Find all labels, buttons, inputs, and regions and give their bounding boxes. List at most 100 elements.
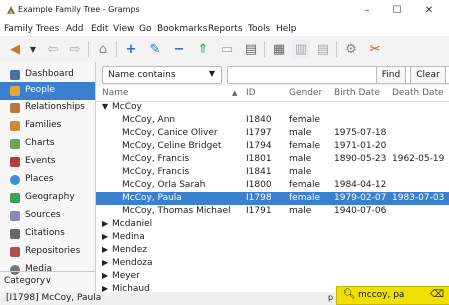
events-icon (10, 157, 20, 167)
group-row-mendoza[interactable]: ▶ Mendoza (96, 257, 449, 270)
filter-combo-label: Name contains (108, 70, 176, 80)
sidebar-item-people[interactable]: People (0, 82, 95, 100)
sidebar-item-label: Families (25, 120, 62, 130)
column-name[interactable]: Name (102, 88, 129, 98)
remove-icon[interactable]: − (170, 40, 188, 58)
sidebar-item-citations[interactable]: Citations (0, 225, 95, 243)
menu-go[interactable]: Go (139, 22, 151, 36)
sidebar-item-families[interactable]: Families (0, 117, 95, 135)
group-label: Meyer (112, 271, 140, 281)
cell-id: I1798 (246, 193, 272, 203)
table-row[interactable]: McCoy, Francis I1841 male (96, 166, 449, 179)
add-icon[interactable]: + (122, 40, 140, 58)
column-birth-date[interactable]: Birth Date (334, 88, 380, 98)
clear-search-icon[interactable]: ⌫ (430, 289, 444, 300)
group-row-meyer[interactable]: ▶ Meyer (96, 270, 449, 283)
group-row-mccoy[interactable]: ▼ McCoy (96, 101, 449, 114)
menu-view[interactable]: View (113, 22, 134, 36)
quick-search-popup[interactable]: 🔍︎ mccoy, pa ⌫ (336, 286, 449, 305)
cell-gender: female (289, 193, 321, 203)
group-row-medina[interactable]: ▶ Medina (96, 231, 449, 244)
menu-add[interactable]: Add (66, 22, 83, 36)
cell-birth: 1890-05-23 (334, 154, 387, 164)
cell-birth: 1940-07-06 (334, 206, 387, 216)
tools-icon[interactable]: ✂ (366, 40, 384, 58)
group-row-mendez[interactable]: ▶ Mendez (96, 244, 449, 257)
navigator-sidebar: Dashboard People Relationships Families … (0, 62, 96, 292)
collapsed-triangle-icon[interactable]: ▶ (102, 271, 108, 280)
back-arrow-icon[interactable]: ⇦ (44, 40, 62, 58)
category-dropdown[interactable]: Category∨ (0, 271, 95, 290)
gramps-app-icon (6, 5, 16, 15)
sidebar-item-label: Charts (25, 138, 55, 148)
table-row-selected[interactable]: McCoy, Paula I1798 female 1979-02-07 198… (96, 192, 449, 205)
navigator-icon[interactable]: ◀ (6, 40, 24, 58)
charts-icon (10, 139, 20, 149)
clear-button[interactable]: Clear (410, 66, 446, 84)
home-icon[interactable]: ⌂ (94, 40, 112, 58)
collapsed-triangle-icon[interactable]: ▶ (102, 219, 108, 228)
column-gender[interactable]: Gender (289, 88, 322, 98)
cell-id: I1801 (246, 154, 272, 164)
table-row[interactable]: McCoy, Francis I1801 male 1890-05-23 196… (96, 153, 449, 166)
menu-tools[interactable]: Tools (248, 22, 270, 36)
configure-view-icon[interactable]: ⚙ (342, 40, 360, 58)
cell-name: McCoy, Ann (122, 115, 176, 125)
sidebar-item-events[interactable]: Events (0, 153, 95, 171)
geography-icon (10, 193, 20, 203)
list-view-icon[interactable]: ▤ (314, 40, 332, 58)
copy-icon[interactable]: ▭ (218, 40, 236, 58)
sidebar-item-label: Places (25, 174, 54, 184)
search-icon: 🔍︎ (343, 289, 356, 300)
menu-bookmarks[interactable]: Bookmarks (157, 22, 207, 36)
edit-icon[interactable]: ✎ (146, 40, 164, 58)
collapsed-triangle-icon[interactable]: ▶ (102, 245, 108, 254)
sidebar-item-label: Events (25, 156, 56, 166)
toolbar: ◀ ▼ ⇦ ⇨ ⌂ + ✎ − ⇑ ▭ ▤ ▦ ▥ ▤ ⚙ ✂ (0, 36, 449, 63)
cell-gender: female (289, 180, 321, 190)
maximize-button[interactable]: ☐ (386, 4, 408, 18)
close-button[interactable]: ✕ (418, 4, 440, 18)
column-id[interactable]: ID (246, 88, 256, 98)
cell-id: I1841 (246, 167, 272, 177)
sidebar-item-repositories[interactable]: Repositories (0, 243, 95, 261)
sidebar-item-sources[interactable]: Sources (0, 207, 95, 225)
toolbar-separator (264, 41, 265, 57)
collapsed-triangle-icon[interactable]: ▶ (102, 232, 108, 241)
filter-combo[interactable]: Name contains ▼ (102, 66, 222, 84)
minimize-button[interactable]: – (356, 4, 378, 18)
table-row[interactable]: McCoy, Thomas Michael I1791 male 1940-07… (96, 205, 449, 218)
menu-reports[interactable]: Reports (208, 22, 243, 36)
menu-edit[interactable]: Edit (91, 22, 108, 36)
merge-icon[interactable]: ⇑ (194, 40, 212, 58)
menu-help[interactable]: Help (276, 22, 297, 36)
table-row[interactable]: McCoy, Orla Sarah I1800 female 1984-04-1… (96, 179, 449, 192)
cell-birth: 1984-04-12 (334, 180, 387, 190)
table-row[interactable]: McCoy, Ann I1840 female (96, 114, 449, 127)
find-button[interactable]: Find (376, 66, 406, 84)
sidebar-item-label: Citations (25, 228, 65, 238)
sidebar-item-relationships[interactable]: Relationships (0, 99, 95, 117)
sidebar-item-geography[interactable]: Geography (0, 189, 95, 207)
menu-family-trees[interactable]: Family Trees (4, 22, 59, 36)
group-label: Medina (112, 232, 145, 242)
group-label: McCoy (112, 102, 142, 112)
collapsed-triangle-icon[interactable]: ▶ (102, 258, 108, 267)
expanded-triangle-icon[interactable]: ▼ (102, 102, 108, 111)
table-row[interactable]: McCoy, Celine Bridget I1794 female 1971-… (96, 140, 449, 153)
group-row-mcdaniel[interactable]: ▶ Mcdaniel (96, 218, 449, 231)
sidebar-item-charts[interactable]: Charts (0, 135, 95, 153)
flat-view-icon[interactable]: ▥ (292, 40, 310, 58)
dropdown-arrow-icon[interactable]: ▼ (24, 40, 42, 58)
forward-arrow-icon[interactable]: ⇨ (66, 40, 84, 58)
sidebar-item-places[interactable]: Places (0, 171, 95, 189)
menu-bar: Family Trees Add Edit View Go Bookmarks … (0, 22, 449, 36)
sidebar-item-label: Relationships (25, 102, 85, 112)
quick-search-input[interactable]: mccoy, pa (358, 290, 404, 300)
status-text: [I1798] McCoy, Paula (6, 293, 102, 303)
table-row[interactable]: McCoy, Canice Oliver I1797 male 1975-07-… (96, 127, 449, 140)
grouped-view-icon[interactable]: ▦ (270, 40, 288, 58)
column-death-date[interactable]: Death Date (392, 88, 444, 98)
clipboard-icon[interactable]: ▤ (242, 40, 260, 58)
group-label: Mendez (112, 245, 147, 255)
